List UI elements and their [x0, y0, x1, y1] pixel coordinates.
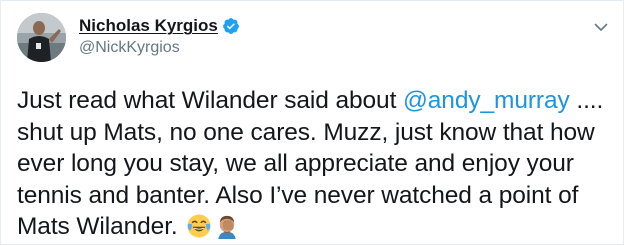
author-name-row: Nicholas Kyrgios: [79, 16, 240, 36]
tweet-text-part1: Just read what Wilander said about: [17, 87, 403, 114]
avatar-photo-icon: [17, 13, 66, 62]
display-name[interactable]: Nicholas Kyrgios: [79, 16, 218, 36]
man-facepalming-emoji: [218, 215, 237, 239]
author-handle[interactable]: @NickKyrgios: [79, 39, 180, 57]
face-with-tears-of-joy-emoji: [187, 214, 211, 238]
mention-link[interactable]: @andy_murray: [403, 87, 570, 114]
tweet-card: Nicholas Kyrgios @NickKyrgios Just read …: [0, 0, 624, 245]
avatar[interactable]: [17, 13, 66, 62]
tweet-text: Just read what Wilander said about @andy…: [17, 85, 617, 243]
verified-badge-icon: [222, 18, 239, 34]
chevron-down-icon[interactable]: [593, 19, 609, 35]
